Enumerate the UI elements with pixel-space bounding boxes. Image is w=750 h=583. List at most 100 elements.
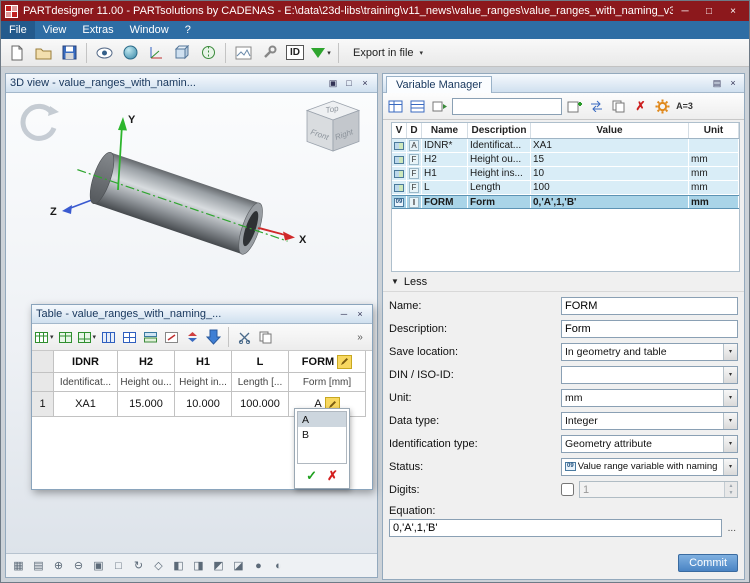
col-h1[interactable]: H1	[175, 351, 232, 373]
open-icon[interactable]	[31, 41, 55, 65]
menu-help[interactable]: ?	[177, 21, 199, 39]
status-select[interactable]: 09 Value range variable with naming ▾	[561, 458, 738, 476]
variable-row-h2[interactable]: F H2 Height ou... 15 mm	[392, 153, 739, 167]
toolbar-overflow-icon[interactable]: »	[351, 327, 369, 347]
apply-down-icon[interactable]	[204, 327, 222, 347]
menu-view[interactable]: View	[35, 21, 75, 39]
delete-variable-icon[interactable]: ✗	[631, 97, 650, 116]
titlebar[interactable]: PARTdesigner 11.00 - PARTsolutions by CA…	[1, 1, 749, 21]
maximize-button[interactable]: □	[697, 3, 721, 19]
zoom-out-icon[interactable]: ⊖	[70, 557, 87, 574]
variable-row-form-selected[interactable]: 09 I FORM Form 0,'A',1,'B' mm	[392, 195, 739, 209]
zoom-in-icon[interactable]: ⊕	[50, 557, 67, 574]
col-header-name[interactable]: Name	[422, 123, 468, 138]
col-h2[interactable]: H2	[118, 351, 175, 373]
close-button[interactable]: ×	[721, 3, 745, 19]
cylinder-part[interactable]	[69, 144, 297, 267]
digits-spinner[interactable]: 1 ▲ ▼	[579, 481, 738, 498]
section-icon[interactable]	[196, 41, 220, 65]
equation-more-button[interactable]: ...	[726, 523, 738, 534]
show-tree-icon[interactable]: ▤	[30, 557, 47, 574]
digits-checkbox[interactable]	[561, 483, 574, 496]
add-row-below-icon[interactable]: ▾	[78, 327, 97, 347]
orbit-ring-icon[interactable]	[23, 106, 59, 138]
col-header-description[interactable]: Description	[468, 123, 531, 138]
id-button[interactable]: ID	[283, 41, 307, 65]
table-window[interactable]: Table - value_ranges_with_naming_... ─ ×…	[31, 304, 373, 490]
grid-view-icon[interactable]	[386, 97, 405, 116]
equation-field[interactable]	[389, 519, 722, 537]
less-toggle[interactable]: ▼ Less	[383, 272, 744, 292]
spinner-down-icon[interactable]: ▼	[725, 490, 737, 498]
coordinate-axes-icon[interactable]	[144, 41, 168, 65]
confirm-check-icon[interactable]: ✓	[306, 468, 317, 484]
rotate-view-icon[interactable]: ↻	[130, 557, 147, 574]
settings-gear-icon[interactable]	[653, 97, 672, 116]
dock-button[interactable]: ▣	[325, 76, 341, 90]
row-index[interactable]: 1	[32, 392, 54, 417]
col-header-value[interactable]: Value	[531, 123, 689, 138]
show-table-icon[interactable]: ▦	[10, 557, 27, 574]
col-header-unit[interactable]: Unit	[689, 123, 739, 138]
export-in-file-button[interactable]: Export in file ▾	[344, 44, 432, 62]
frame-view-icon[interactable]	[231, 41, 255, 65]
col-form[interactable]: FORM	[289, 351, 366, 373]
cancel-x-icon[interactable]: ✗	[327, 468, 338, 484]
maximize-pane-button[interactable]: □	[341, 76, 357, 90]
row-tools-icon[interactable]	[141, 327, 159, 347]
bottom-view-icon[interactable]: ◪	[230, 557, 247, 574]
minimize-button[interactable]: ─	[673, 3, 697, 19]
identification-type-select[interactable]: Geometry attribute ▾	[561, 435, 738, 453]
edit-3d-icon[interactable]	[170, 41, 194, 65]
save-icon[interactable]	[57, 41, 81, 65]
close-pane-button[interactable]: ×	[725, 76, 741, 90]
copy-variable-icon[interactable]	[609, 97, 628, 116]
chevron-down-icon[interactable]: ▾	[723, 390, 737, 406]
chevron-down-icon[interactable]: ▾	[723, 459, 737, 475]
menu-file[interactable]: File	[1, 21, 35, 39]
chevron-down-icon[interactable]: ▾	[723, 436, 737, 452]
start-generation-dropdown[interactable]: ▾	[309, 41, 333, 65]
add-variable-icon[interactable]	[565, 97, 584, 116]
rename-a3-icon[interactable]: A=3	[675, 97, 694, 116]
remove-column-icon[interactable]	[120, 327, 138, 347]
spinner-up-icon[interactable]: ▲	[725, 482, 737, 490]
link-rows-icon[interactable]	[162, 327, 180, 347]
name-field[interactable]	[561, 297, 738, 315]
tools-wrench-icon[interactable]	[257, 41, 281, 65]
zoom-fit-icon[interactable]: ▣	[90, 557, 107, 574]
col-l[interactable]: L	[232, 351, 289, 373]
unit-select[interactable]: mm ▾	[561, 389, 738, 407]
chevron-down-icon[interactable]: ▾	[723, 344, 737, 360]
description-field[interactable]	[561, 320, 738, 338]
value-option-a[interactable]: A	[298, 412, 346, 427]
new-document-icon[interactable]	[5, 41, 29, 65]
data-type-select[interactable]: Integer ▾	[561, 412, 738, 430]
menu-extras[interactable]: Extras	[74, 21, 121, 39]
variable-row-l[interactable]: F L Length 100 mm	[392, 181, 739, 195]
col-header-d[interactable]: D	[407, 123, 422, 138]
translate-variable-icon[interactable]	[587, 97, 606, 116]
list-view-icon[interactable]	[408, 97, 427, 116]
left-view-icon[interactable]: ◧	[170, 557, 187, 574]
value-option-b[interactable]: B	[298, 427, 346, 442]
cell-h1[interactable]: 10.000	[175, 392, 232, 417]
close-pane-button[interactable]: ×	[357, 76, 373, 90]
pane-menu-icon[interactable]: ▤	[709, 76, 725, 90]
variable-manager-tab[interactable]: Variable Manager	[386, 76, 492, 93]
add-table-icon[interactable]: ▾	[35, 327, 54, 347]
halfshade-view-icon[interactable]: ◐	[270, 557, 287, 574]
variable-manager-titlebar[interactable]: Variable Manager ▤ ×	[383, 74, 744, 93]
variable-row-h1[interactable]: F H1 Height ins... 10 mm	[392, 167, 739, 181]
variable-row-idnr[interactable]: A IDNR* Identificat... XA1	[392, 139, 739, 153]
add-row-above-icon[interactable]	[57, 327, 75, 347]
add-column-icon[interactable]	[99, 327, 117, 347]
shaded-view-icon[interactable]: ●	[250, 557, 267, 574]
sphere-view-icon[interactable]	[118, 41, 142, 65]
right-view-icon[interactable]: ◨	[190, 557, 207, 574]
3d-view-titlebar[interactable]: 3D view - value_ranges_with_namin... ▣ □…	[6, 74, 377, 93]
copy-icon[interactable]	[256, 327, 274, 347]
minimize-table-button[interactable]: ─	[336, 307, 352, 321]
variable-search-input[interactable]	[452, 98, 562, 115]
cell-l[interactable]: 100.000	[232, 392, 289, 417]
